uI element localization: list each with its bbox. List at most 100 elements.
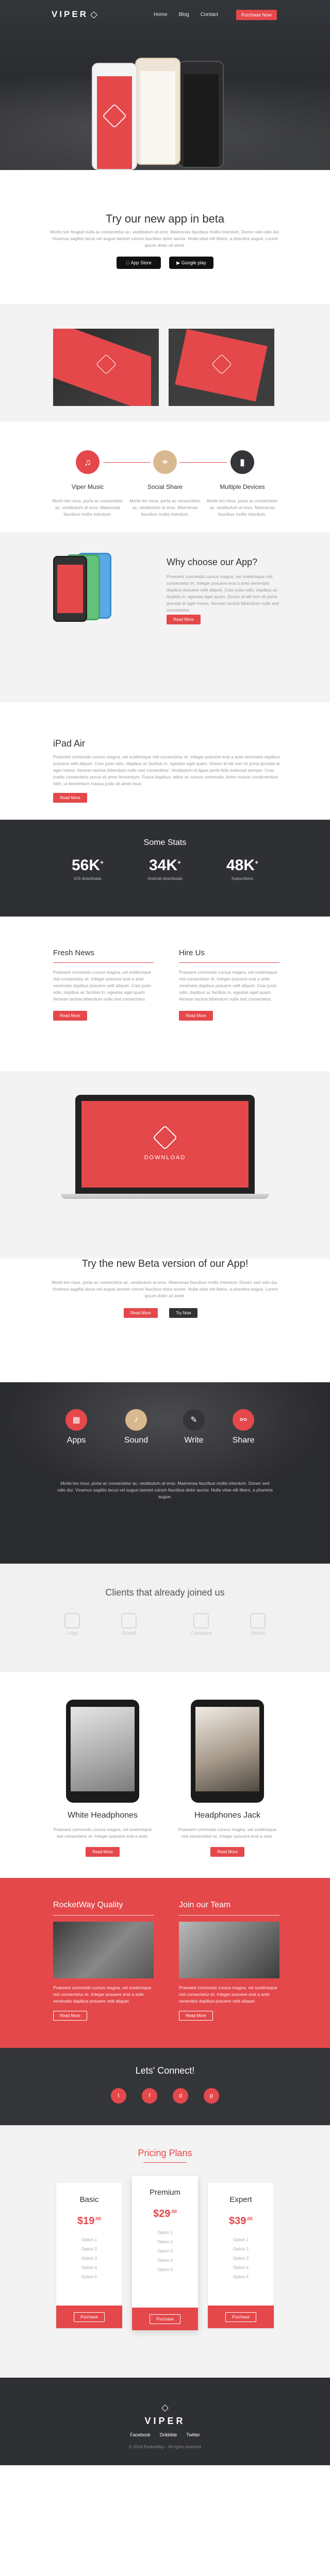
phone-screen	[97, 76, 132, 169]
purchase-button[interactable]: Purchase	[150, 2314, 180, 2324]
client-name: Logo	[66, 1631, 78, 1636]
nav-link-contact[interactable]: Contact	[201, 12, 218, 18]
why-read-more-button[interactable]: Read More	[167, 615, 201, 624]
nav-link-blog[interactable]: Blog	[179, 12, 189, 18]
try-beta-text: Morbi leo risus, porta ac consectetur ac…	[52, 1280, 278, 1298]
plan-options: Option 1 Option 2 Option 3 Option 4 Opti…	[208, 2235, 274, 2282]
plan-price: $19.00	[77, 2215, 101, 2227]
share-icon: ⚭	[153, 450, 177, 474]
product-image	[71, 1707, 135, 1791]
try-beta-read-more-button[interactable]: Read More	[124, 1308, 158, 1318]
app-label: Apps	[67, 1436, 86, 1445]
plan-price: $39.00	[229, 2215, 253, 2227]
laptop-screen: DOWNLOAD	[75, 1095, 255, 1194]
share-icon: ⚯	[233, 1409, 254, 1431]
app-item[interactable]: ▦ Apps	[51, 1409, 102, 1445]
download-text[interactable]: DOWNLOAD	[81, 1155, 249, 1161]
ipad-read-more-button[interactable]: Read More	[53, 793, 87, 803]
purchase-button[interactable]: Purchase	[74, 2312, 105, 2322]
phone-screen	[184, 74, 219, 167]
join-image	[179, 1922, 279, 1978]
pricing-plan-expert: Expert $39.00 Option 1 Option 2 Option 3…	[208, 2183, 274, 2328]
app-store-label: App Store	[128, 260, 152, 265]
product-read-more-button[interactable]: Read More	[86, 1847, 120, 1857]
purchase-button[interactable]: Purchase	[225, 2312, 256, 2322]
product-title: Headphones Jack	[194, 1811, 261, 1820]
red-section: RocketWay Quality Praesent commodo cursu…	[0, 1878, 330, 2048]
feature-text: Morbi leo risus, porta ac consectetur ac…	[52, 498, 123, 517]
screenshots-section	[0, 304, 330, 421]
stat-number: 34K+	[148, 857, 182, 874]
purchase-now-button[interactable]: Purchase Now	[236, 10, 277, 20]
footer-link-twitter[interactable]: Twitter	[186, 2432, 200, 2437]
pricing-plan-premium: Premium $29.00 Option 1 Option 2 Option …	[132, 2176, 198, 2330]
try-beta-title: Try the new Beta version of our App!	[81, 1259, 249, 1269]
top-nav: VIPER Home Blog Contact Purchase Now	[0, 9, 330, 22]
twitter-icon[interactable]: t	[111, 2088, 126, 2104]
footer-link-facebook[interactable]: Facebook	[130, 2432, 151, 2437]
facebook-icon[interactable]: f	[142, 2088, 157, 2104]
join-read-more-button[interactable]: Read More	[179, 2011, 213, 2021]
footer-logo[interactable]: VIPER	[0, 2404, 330, 2427]
feature-title: Social Share	[147, 483, 183, 490]
google-play-button[interactable]: ▶ Google play	[169, 257, 213, 269]
news-title: Fresh News	[53, 948, 95, 957]
nav-link-home[interactable]: Home	[154, 12, 168, 18]
client-name: Brand	[122, 1631, 136, 1636]
footer-link-dribbble[interactable]: Dribbble	[160, 2432, 177, 2437]
product-title: White Headphones	[67, 1811, 138, 1820]
footer-logo-text: VIPER	[144, 2416, 186, 2426]
plan-option: Option 2	[157, 2240, 173, 2244]
app-label: Share	[232, 1436, 255, 1445]
stat-item: 48K+ Subscribers	[211, 857, 273, 881]
app-item[interactable]: ⚯ Share	[218, 1409, 269, 1445]
client-logo-mark	[193, 1613, 209, 1629]
client-logo: Studio	[237, 1613, 278, 1636]
app-item[interactable]: ♪ Sound	[110, 1409, 162, 1445]
product-image	[195, 1707, 259, 1791]
devices-icon: ▮	[230, 450, 254, 474]
footer-links: Facebook Dribbble Twitter	[0, 2432, 330, 2437]
try-now-button[interactable]: Try Now	[169, 1308, 198, 1318]
hire-us-column: Hire Us Praesent commodo cursus magna, v…	[179, 948, 279, 1021]
plan-option: Option 1	[233, 2238, 249, 2242]
product-text: Praesent commodo cursus magna, vel scele…	[178, 1827, 277, 1839]
quality-image	[53, 1922, 154, 1978]
beta-title: Try our new app in beta	[105, 212, 225, 225]
stat-number: 48K+	[226, 857, 259, 874]
feature-text: Morbi leo risus, porta ac consectetur ac…	[129, 498, 201, 517]
news-hire-section: Fresh News Praesent commodo cursus magna…	[0, 917, 330, 1071]
site-logo[interactable]: VIPER	[52, 9, 98, 20]
divider	[53, 1915, 154, 1916]
quality-read-more-button[interactable]: Read More	[53, 2011, 87, 2021]
tablet-white-headphones	[66, 1700, 139, 1803]
stat-label: Subscribers	[231, 876, 254, 881]
client-logo: Brand	[108, 1613, 150, 1636]
laptop-base	[61, 1194, 269, 1199]
stat-label: Android downloads	[147, 876, 183, 881]
client-logo-mark	[121, 1613, 137, 1629]
client-logo: Company	[180, 1613, 222, 1636]
product-item: Headphones Jack Praesent commodo cursus …	[176, 1811, 279, 1857]
dribbble-icon[interactable]: d	[173, 2088, 188, 2104]
footer-section: VIPER Facebook Dribbble Twitter © 2014 R…	[0, 2378, 330, 2465]
hire-read-more-button[interactable]: Read More	[179, 1011, 213, 1021]
news-read-more-button[interactable]: Read More	[53, 1011, 87, 1021]
hire-text: Praesent commodo cursus magna, vel scele…	[179, 970, 277, 1002]
product-read-more-button[interactable]: Read More	[210, 1847, 244, 1857]
connect-title: Lets' Connect!	[135, 2065, 195, 2076]
app-store-button[interactable]:  App Store	[117, 257, 161, 269]
app-item[interactable]: ✎ Write	[168, 1409, 220, 1445]
plan-options: Option 1 Option 2 Option 3 Option 4 Opti…	[132, 2228, 198, 2275]
pinterest-icon[interactable]: p	[204, 2088, 219, 2104]
feature-item: ♫ Viper Music Morbi leo risus, porta ac …	[52, 450, 124, 518]
plan-price: $29.00	[153, 2208, 177, 2219]
plan-name: Basic	[79, 2195, 99, 2204]
music-note-icon: ♫	[76, 450, 100, 474]
ipad-title: iPad Air	[53, 738, 86, 749]
feature-item: ⚭ Social Share Morbi leo risus, porta ac…	[129, 450, 201, 518]
stat-label: iOS downloads	[74, 876, 102, 881]
feature-title: Viper Music	[71, 483, 104, 490]
divider	[179, 962, 279, 963]
clients-title: Clients that already joined us	[105, 1587, 225, 1598]
